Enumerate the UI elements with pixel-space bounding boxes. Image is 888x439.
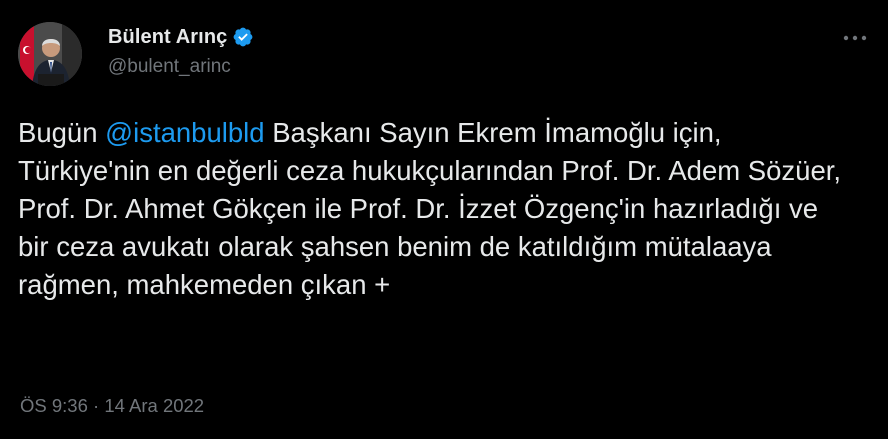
tweet-timestamp[interactable]: ÖS 9:36 · 14 Ara 2022	[20, 395, 204, 417]
display-name-row: Bülent Arınç	[108, 24, 254, 50]
tweet-card: Bülent Arınç @bulent_arinc Bugün @istanb…	[0, 0, 888, 439]
author-handle[interactable]: @bulent_arinc	[108, 56, 254, 78]
mention-link[interactable]: @istanbulbld	[105, 117, 264, 148]
more-options-icon[interactable]	[842, 28, 868, 48]
tweet-text: Bugün @istanbulbld Başkanı Sayın Ekrem İ…	[18, 114, 848, 304]
author-info: Bülent Arınç @bulent_arinc	[108, 24, 254, 78]
display-name[interactable]: Bülent Arınç	[108, 26, 227, 49]
avatar[interactable]	[18, 22, 82, 86]
tweet-text-start: Bugün	[18, 117, 106, 148]
verified-badge-icon	[232, 26, 254, 48]
